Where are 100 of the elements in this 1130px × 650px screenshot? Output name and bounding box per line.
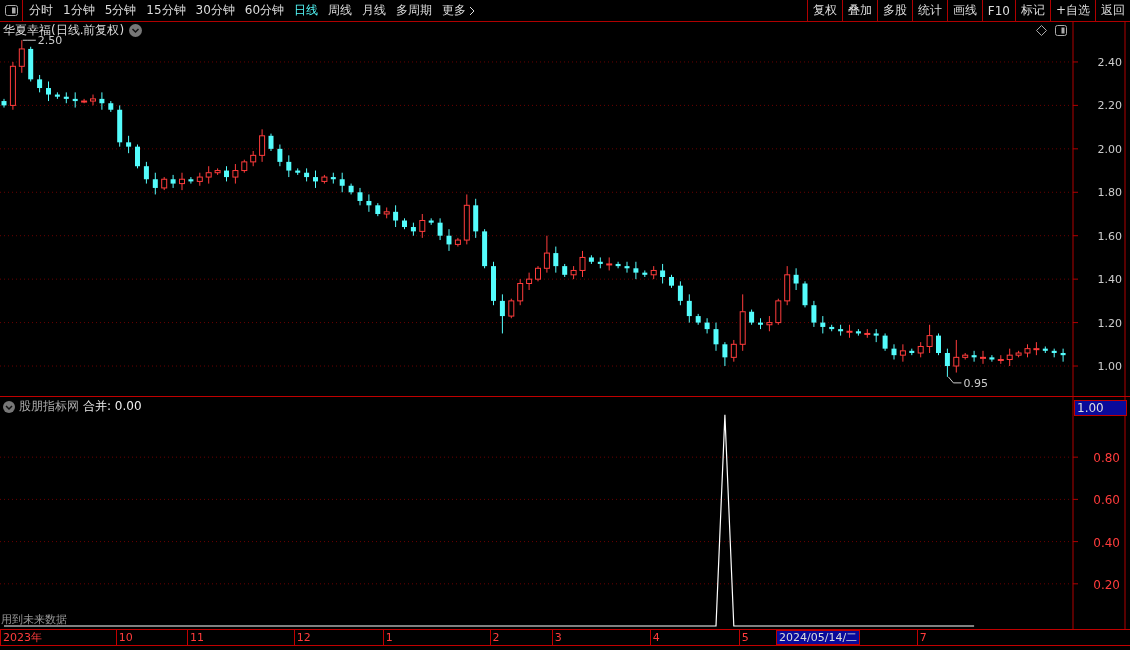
date-axis-label: 11	[186, 630, 204, 645]
candlestick	[454, 237, 461, 248]
candlestick	[562, 263, 568, 278]
dropdown-icon[interactable]	[129, 24, 143, 37]
date-axis-label: 2	[489, 630, 500, 645]
leader-line	[947, 376, 962, 384]
leader-line	[22, 39, 37, 41]
candlestick	[989, 354, 995, 363]
candlestick	[811, 300, 817, 328]
toolbar-button[interactable]: 返回	[1095, 0, 1130, 21]
candlestick	[846, 324, 853, 339]
candlestick	[366, 193, 372, 213]
candlestick	[722, 341, 728, 367]
candlestick	[383, 207, 390, 219]
price-axis-label: 1.00	[1097, 360, 1122, 374]
candlestick	[232, 163, 239, 185]
warning-text: 用到未来数据	[1, 612, 67, 627]
candlestick	[669, 274, 674, 289]
panel-toggle-icon[interactable]	[1055, 25, 1067, 36]
candlestick	[802, 280, 808, 308]
candlestick	[997, 354, 1004, 365]
dropdown-icon[interactable]	[3, 400, 15, 413]
toolbar-button[interactable]: 多股	[876, 0, 912, 21]
candlestick	[499, 293, 505, 334]
period-tab[interactable]: 60分钟	[244, 2, 285, 19]
toolbar-button[interactable]: 统计	[911, 0, 947, 21]
candlestick	[739, 293, 746, 352]
candlestick	[517, 278, 524, 306]
period-tab[interactable]: 周线	[328, 2, 353, 19]
period-tab[interactable]: 月线	[362, 2, 387, 19]
period-tab[interactable]: 1分钟	[63, 2, 95, 19]
candlestick	[63, 91, 69, 104]
candlestick	[179, 172, 185, 191]
period-tab[interactable]: 更多	[442, 2, 477, 19]
candlestick	[1051, 348, 1057, 358]
candlestick	[936, 332, 941, 356]
candlestick	[864, 328, 871, 339]
candlestick	[597, 256, 603, 269]
period-tab[interactable]: 多周期	[396, 2, 433, 19]
candlestick	[90, 94, 96, 106]
candlestick	[1024, 343, 1031, 358]
candlestick	[437, 217, 443, 241]
candlestick	[1042, 346, 1048, 354]
candlestick	[855, 328, 861, 337]
candlestick	[829, 324, 835, 332]
toolbar-button[interactable]: 标记	[1014, 0, 1050, 21]
candlestick	[633, 261, 639, 280]
candlestick	[535, 265, 541, 282]
date-axis-label: 7	[916, 630, 927, 645]
candlestick	[820, 315, 826, 334]
candlestick	[277, 144, 283, 167]
candlestick	[99, 91, 105, 111]
date-axis-label: 4	[649, 630, 660, 645]
indicator-axis-label: 0.20	[1093, 577, 1120, 592]
candlestick	[37, 74, 43, 93]
candlestick	[624, 261, 630, 274]
candlestick	[713, 322, 719, 352]
toolbar-button[interactable]: 叠加	[841, 0, 877, 21]
candlestick	[588, 254, 594, 265]
period-tab[interactable]: 30分钟	[195, 2, 235, 19]
indicator-reading: 合并: 0.00	[83, 398, 142, 415]
candlestick	[205, 165, 212, 185]
candlestick	[660, 263, 666, 284]
extreme-price-label: 0.95	[963, 376, 988, 390]
candlestick	[330, 172, 336, 185]
candlestick	[473, 198, 479, 239]
candlestick	[348, 183, 354, 195]
toolbar-button[interactable]: 画线	[946, 0, 982, 21]
candlestick	[339, 172, 345, 193]
price-axis-label: 2.20	[1097, 99, 1122, 113]
candlestick	[188, 176, 194, 185]
candlestick	[526, 272, 533, 291]
toolbar-button[interactable]: +自选	[1049, 0, 1095, 21]
candlestick	[170, 174, 176, 189]
candlestick	[766, 315, 773, 332]
candlestick	[838, 324, 844, 337]
period-tab[interactable]: 分时	[29, 2, 53, 19]
indicator-name: 股朋指标网	[19, 398, 79, 415]
candlestick	[749, 309, 755, 326]
candlestick	[543, 235, 550, 274]
current-value-label: 1.00	[1074, 400, 1127, 416]
date-axis-label: 2023年	[0, 630, 42, 645]
panel-toggle-icon[interactable]	[4, 5, 18, 16]
period-tab[interactable]: 15分钟	[146, 2, 186, 19]
date-axis-label: 12	[293, 630, 311, 645]
chart-title: 华夏幸福(日线.前复权)	[3, 22, 125, 37]
candlestick	[926, 324, 933, 354]
candlestick	[899, 343, 906, 363]
diamond-icon[interactable]	[1036, 25, 1047, 36]
candlestick	[579, 250, 586, 278]
candlestick	[286, 154, 292, 178]
price-axis-label: 2.40	[1097, 55, 1122, 69]
toolbar-button[interactable]: F10	[981, 0, 1015, 21]
candlestick	[143, 161, 149, 185]
period-tab[interactable]: 日线	[294, 2, 319, 19]
candlestick	[410, 222, 416, 237]
candlestick	[117, 104, 123, 148]
candlestick	[28, 46, 34, 82]
period-tab[interactable]: 5分钟	[104, 2, 137, 19]
toolbar-button[interactable]: 复权	[806, 0, 842, 21]
